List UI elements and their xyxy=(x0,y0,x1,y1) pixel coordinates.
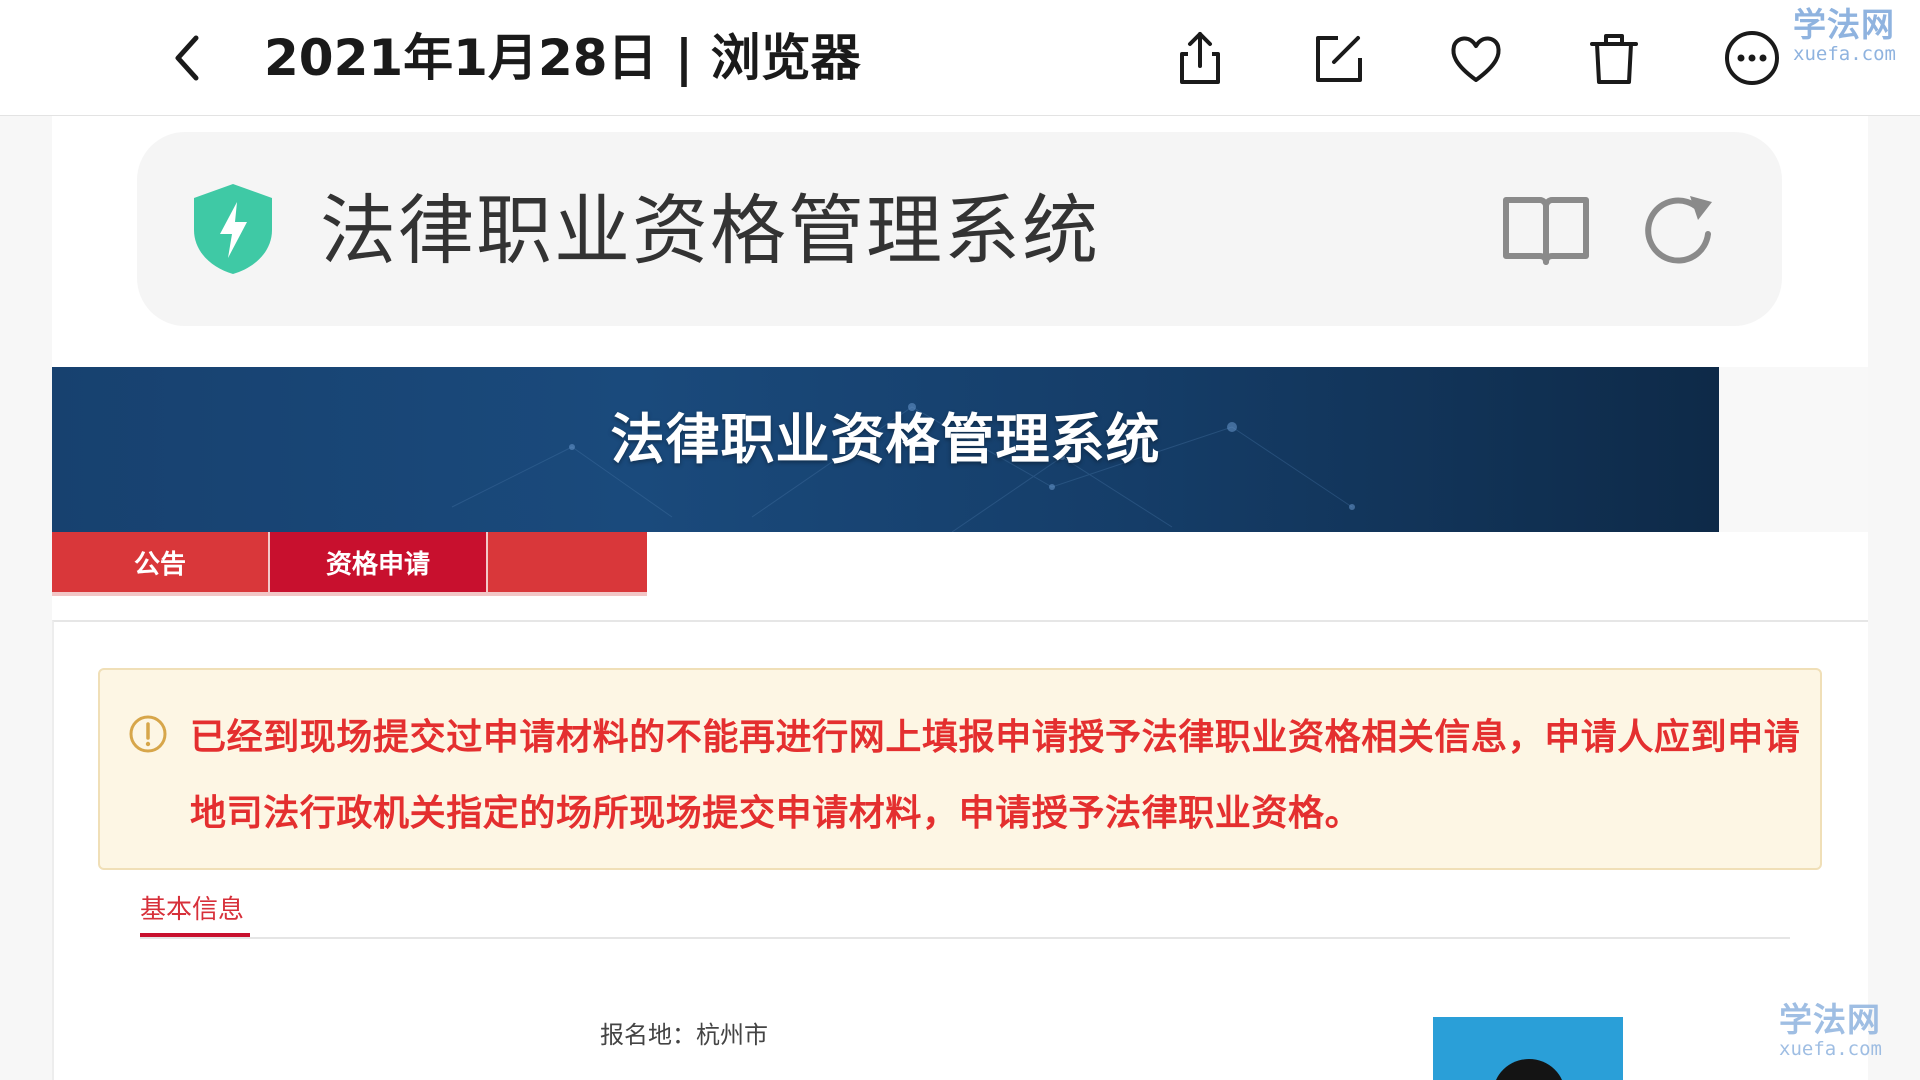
banner-side-space xyxy=(1719,367,1868,532)
reload-button[interactable] xyxy=(1640,190,1720,270)
main-nav: 公告 资格申请 xyxy=(52,532,647,592)
nav-item-qualification-application[interactable]: 资格申请 xyxy=(270,532,488,592)
nav-filler xyxy=(488,532,647,592)
back-icon xyxy=(175,35,199,81)
warning-icon xyxy=(128,714,168,754)
reader-mode-button[interactable] xyxy=(1500,190,1592,270)
watermark-text-en-bottom: xuefa.com xyxy=(1779,1038,1882,1060)
watermark-text-cn: 学法网 xyxy=(1793,5,1895,44)
banner-title: 法律职业资格管理系统 xyxy=(610,408,1161,471)
nav-item-announcement[interactable]: 公告 xyxy=(52,532,270,592)
applicant-photo xyxy=(1433,1017,1623,1080)
more-button[interactable] xyxy=(1722,28,1782,88)
edit-icon xyxy=(1316,36,1362,82)
heart-icon xyxy=(1451,36,1501,82)
page-margin-right xyxy=(1868,116,1920,1080)
shield-icon xyxy=(190,182,276,276)
reader-mode-icon xyxy=(1503,197,1589,265)
favorite-button[interactable] xyxy=(1446,28,1506,88)
edit-button[interactable] xyxy=(1308,28,1368,88)
viewer-toolbar: 2021年1月28日 | 浏览器 学法网 xuefa.com xyxy=(0,0,1920,116)
applicant-photo-silhouette xyxy=(1493,1059,1565,1080)
more-icon xyxy=(1725,31,1779,85)
tab-divider xyxy=(140,937,1790,939)
address-title: 法律职业资格管理系统 xyxy=(320,186,1100,275)
back-button[interactable] xyxy=(160,28,220,88)
site-banner: 法律职业资格管理系统 xyxy=(52,367,1719,532)
reload-icon xyxy=(1645,196,1712,264)
watermark-logo: 学法网 xuefa.com xyxy=(1793,5,1896,65)
watermark-text-en: xuefa.com xyxy=(1793,43,1896,65)
page-margin-left xyxy=(0,116,52,1080)
warning-text: 已经到现场提交过申请材料的不能再进行网上填报申请授予法律职业资格相关信息，申请人… xyxy=(190,717,1801,834)
delete-button[interactable] xyxy=(1584,28,1644,88)
watermark-logo-bottom: 学法网 xuefa.com xyxy=(1779,1000,1882,1060)
share-icon xyxy=(1180,32,1220,84)
tab-basic-info[interactable]: 基本信息 xyxy=(140,888,244,932)
delete-icon xyxy=(1590,34,1638,84)
registration-place-field: 报名地：杭州市 xyxy=(600,1021,768,1049)
share-button[interactable] xyxy=(1170,28,1230,88)
watermark-text-cn-bottom: 学法网 xyxy=(1779,1000,1881,1039)
viewer-title: 2021年1月28日 | 浏览器 xyxy=(264,29,861,87)
nav-divider xyxy=(52,592,647,596)
